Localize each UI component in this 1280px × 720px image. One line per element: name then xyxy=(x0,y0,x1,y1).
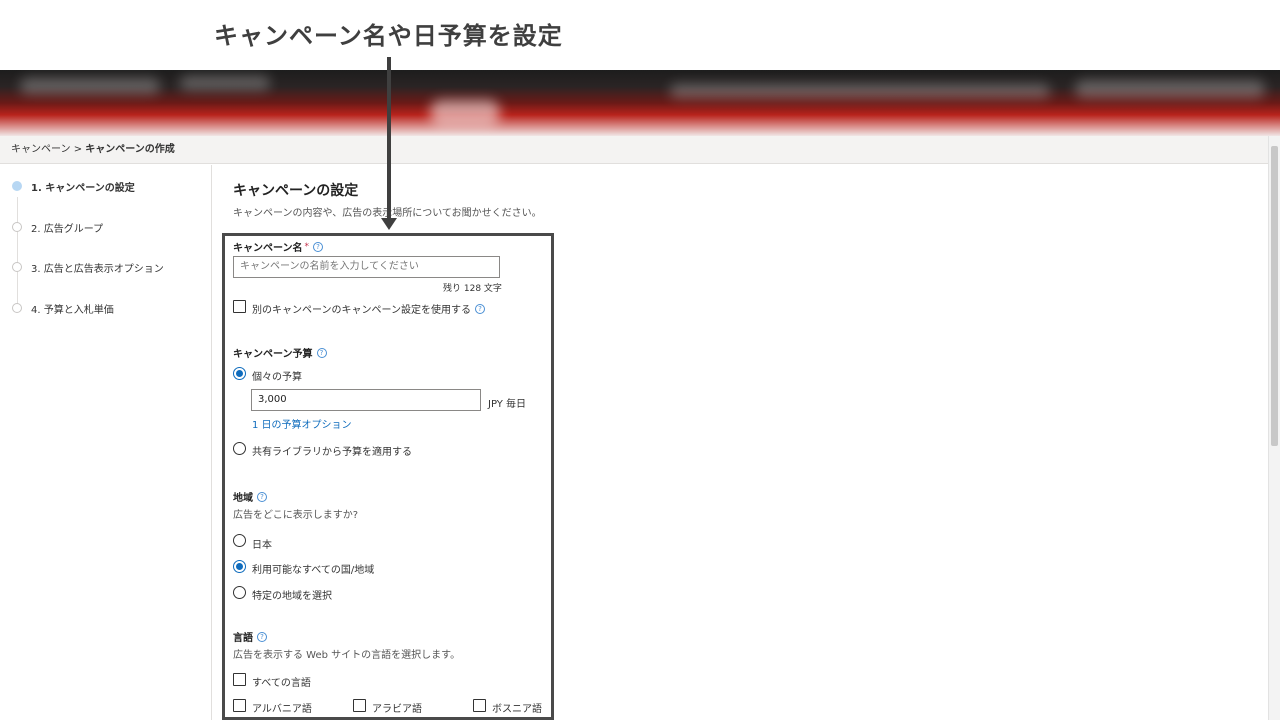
language-description: 広告を表示する Web サイトの言語を選択します。 xyxy=(233,650,461,661)
page-scrollbar[interactable] xyxy=(1268,136,1280,720)
step-ads-extensions[interactable]: 3. 広告と広告表示オプション xyxy=(12,259,164,275)
step-label: 1. キャンペーンの設定 xyxy=(31,182,135,194)
shared-budget-label: 共有ライブラリから予算を適用する xyxy=(252,447,412,458)
help-icon[interactable]: ? xyxy=(257,631,267,642)
all-languages-checkbox[interactable] xyxy=(233,673,246,686)
step-label: 3. 広告と広告表示オプション xyxy=(31,263,164,275)
blurred-nav xyxy=(180,76,270,90)
help-icon[interactable]: ? xyxy=(316,347,327,358)
campaign-name-input[interactable]: キャンペーンの名前を入力してください xyxy=(233,256,500,278)
language-checkbox-bosnian[interactable] xyxy=(473,699,486,712)
blurred-tab xyxy=(430,100,500,126)
location-radio-all[interactable] xyxy=(233,560,246,573)
location-label-text: 地域 xyxy=(233,493,253,504)
scrollbar-thumb[interactable] xyxy=(1271,146,1278,446)
step-indicator-icon xyxy=(12,181,22,191)
location-option-japan: 日本 xyxy=(252,540,272,551)
language-label-albanian: アルバニア語 xyxy=(252,704,312,715)
location-question: 広告をどこに表示しますか? xyxy=(233,510,359,521)
steps-connector xyxy=(17,197,18,307)
individual-budget-radio[interactable] xyxy=(233,367,246,380)
budget-amount-input[interactable]: 3,000 xyxy=(251,389,481,411)
location-option-all: 利用可能なすべての国/地域 xyxy=(252,565,375,576)
step-indicator-icon xyxy=(12,262,22,272)
required-mark: * xyxy=(304,241,310,252)
breadcrumb-current: キャンペーンの作成 xyxy=(85,144,175,155)
blurred-account xyxy=(1075,80,1265,98)
location-option-specific: 特定の地域を選択 xyxy=(252,591,332,602)
step-label: 4. 予算と入札単価 xyxy=(31,304,114,316)
annotation-title: キャンペーン名や日予算を設定 xyxy=(214,22,563,50)
step-ad-group[interactable]: 2. 広告グループ xyxy=(12,219,103,235)
language-checkbox-albanian[interactable] xyxy=(233,699,246,712)
budget-label: キャンペーン予算 ? xyxy=(233,345,327,360)
blurred-logo xyxy=(20,78,160,94)
campaign-name-label-text: キャンペーン名 xyxy=(233,243,303,254)
breadcrumb: キャンペーン > キャンペーンの作成 xyxy=(0,136,1268,164)
breadcrumb-separator: > xyxy=(73,144,83,155)
step-indicator-icon xyxy=(12,222,22,232)
language-label: 言語 ? xyxy=(233,629,267,644)
remaining-characters: 残り 128 文字 xyxy=(443,284,502,294)
step-campaign-settings[interactable]: 1. キャンペーンの設定 xyxy=(12,178,135,194)
language-label-text: 言語 xyxy=(233,633,253,644)
help-icon[interactable]: ? xyxy=(313,241,323,252)
annotation-arrow-line xyxy=(387,57,391,220)
blurred-header xyxy=(0,70,1280,136)
annotation-arrow-head-icon xyxy=(381,218,397,230)
budget-label-text: キャンペーン予算 xyxy=(233,349,313,360)
language-label-bosnian: ボスニア語 xyxy=(492,704,542,715)
blurred-toolbar xyxy=(670,84,1050,98)
shared-budget-radio[interactable] xyxy=(233,442,246,455)
use-other-campaign-label: 別のキャンペーンのキャンペーン設定を使用する xyxy=(252,305,471,316)
budget-unit: JPY 毎日 xyxy=(488,399,527,410)
steps-panel: 1. キャンペーンの設定 2. 広告グループ 3. 広告と広告表示オプション 4… xyxy=(0,165,212,720)
language-checkbox-arabic[interactable] xyxy=(353,699,366,712)
help-icon[interactable]: ? xyxy=(475,303,485,314)
language-label-arabic: アラビア語 xyxy=(372,704,422,715)
location-radio-specific[interactable] xyxy=(233,586,246,599)
breadcrumb-parent[interactable]: キャンペーン xyxy=(11,144,71,155)
step-label: 2. 広告グループ xyxy=(31,223,104,235)
campaign-name-label: キャンペーン名 * ? xyxy=(233,239,323,254)
use-other-campaign-checkbox[interactable] xyxy=(233,300,246,313)
help-icon[interactable]: ? xyxy=(257,491,267,502)
individual-budget-label: 個々の予算 xyxy=(252,372,302,383)
location-label: 地域 ? xyxy=(233,489,267,504)
step-budget-bid[interactable]: 4. 予算と入札単価 xyxy=(12,300,114,316)
use-other-campaign-row: 別のキャンペーンのキャンペーン設定を使用する ? xyxy=(252,301,485,316)
daily-budget-options-link[interactable]: 1 日の予算オプション xyxy=(252,416,352,431)
all-languages-label: すべての言語 xyxy=(252,678,311,689)
step-indicator-icon xyxy=(12,303,22,313)
section-title: キャンペーンの設定 xyxy=(233,183,359,199)
location-radio-japan[interactable] xyxy=(233,534,246,547)
